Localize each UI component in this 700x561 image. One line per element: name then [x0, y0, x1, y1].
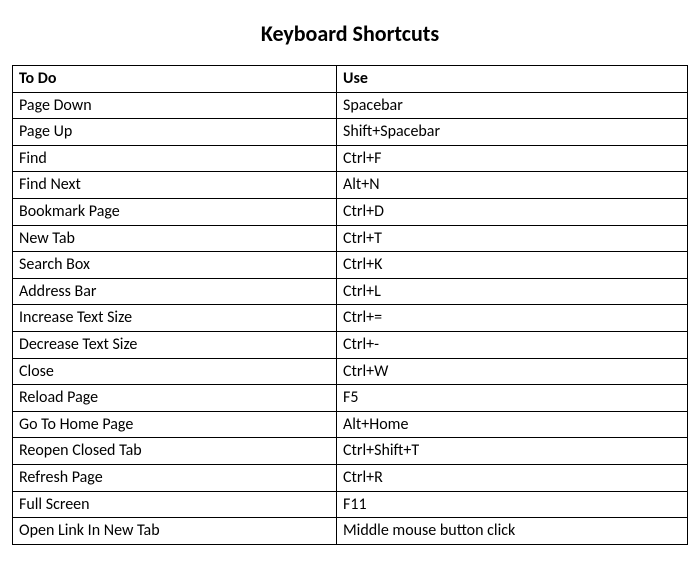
cell-action: Refresh Page: [13, 464, 337, 491]
table-row: Search BoxCtrl+K: [13, 252, 688, 279]
table-row: Go To Home PageAlt+Home: [13, 411, 688, 438]
cell-action: Bookmark Page: [13, 198, 337, 225]
table-row: Refresh PageCtrl+R: [13, 464, 688, 491]
cell-key: Middle mouse button click: [337, 518, 688, 545]
page-title: Keyboard Shortcuts: [12, 20, 688, 47]
cell-key: Shift+Spacebar: [337, 119, 688, 146]
cell-key: Spacebar: [337, 92, 688, 119]
cell-key: Ctrl+Shift+T: [337, 438, 688, 465]
cell-action: Decrease Text Size: [13, 331, 337, 358]
cell-key: F11: [337, 491, 688, 518]
cell-key: Ctrl+T: [337, 225, 688, 252]
cell-action: Find Next: [13, 172, 337, 199]
cell-key: Ctrl+R: [337, 464, 688, 491]
table-row: Bookmark PageCtrl+D: [13, 198, 688, 225]
cell-action: Open Link In New Tab: [13, 518, 337, 545]
table-row: CloseCtrl+W: [13, 358, 688, 385]
cell-action: Find: [13, 145, 337, 172]
cell-action: Full Screen: [13, 491, 337, 518]
table-row: Full ScreenF11: [13, 491, 688, 518]
table-row: Reload PageF5: [13, 385, 688, 412]
table-row: Decrease Text SizeCtrl+-: [13, 331, 688, 358]
cell-action: Reopen Closed Tab: [13, 438, 337, 465]
cell-key: Ctrl+K: [337, 252, 688, 279]
table-header-row: To Do Use: [13, 66, 688, 93]
cell-key: Ctrl+F: [337, 145, 688, 172]
table-row: New TabCtrl+T: [13, 225, 688, 252]
cell-key: Alt+Home: [337, 411, 688, 438]
cell-action: Close: [13, 358, 337, 385]
table-row: Page DownSpacebar: [13, 92, 688, 119]
cell-key: Alt+N: [337, 172, 688, 199]
table-row: FindCtrl+F: [13, 145, 688, 172]
table-row: Find NextAlt+N: [13, 172, 688, 199]
cell-key: Ctrl+W: [337, 358, 688, 385]
shortcuts-table: To Do Use Page DownSpacebarPage UpShift+…: [12, 65, 688, 545]
table-row: Increase Text SizeCtrl+=: [13, 305, 688, 332]
table-row: Open Link In New TabMiddle mouse button …: [13, 518, 688, 545]
cell-action: Page Up: [13, 119, 337, 146]
cell-action: Go To Home Page: [13, 411, 337, 438]
header-key: Use: [337, 66, 688, 93]
cell-action: Increase Text Size: [13, 305, 337, 332]
cell-key: Ctrl+D: [337, 198, 688, 225]
cell-action: Page Down: [13, 92, 337, 119]
cell-action: New Tab: [13, 225, 337, 252]
cell-key: Ctrl+=: [337, 305, 688, 332]
cell-key: F5: [337, 385, 688, 412]
table-row: Address BarCtrl+L: [13, 278, 688, 305]
cell-action: Reload Page: [13, 385, 337, 412]
cell-key: Ctrl+L: [337, 278, 688, 305]
cell-key: Ctrl+-: [337, 331, 688, 358]
table-row: Reopen Closed TabCtrl+Shift+T: [13, 438, 688, 465]
cell-action: Address Bar: [13, 278, 337, 305]
cell-action: Search Box: [13, 252, 337, 279]
table-row: Page UpShift+Spacebar: [13, 119, 688, 146]
header-action: To Do: [13, 66, 337, 93]
